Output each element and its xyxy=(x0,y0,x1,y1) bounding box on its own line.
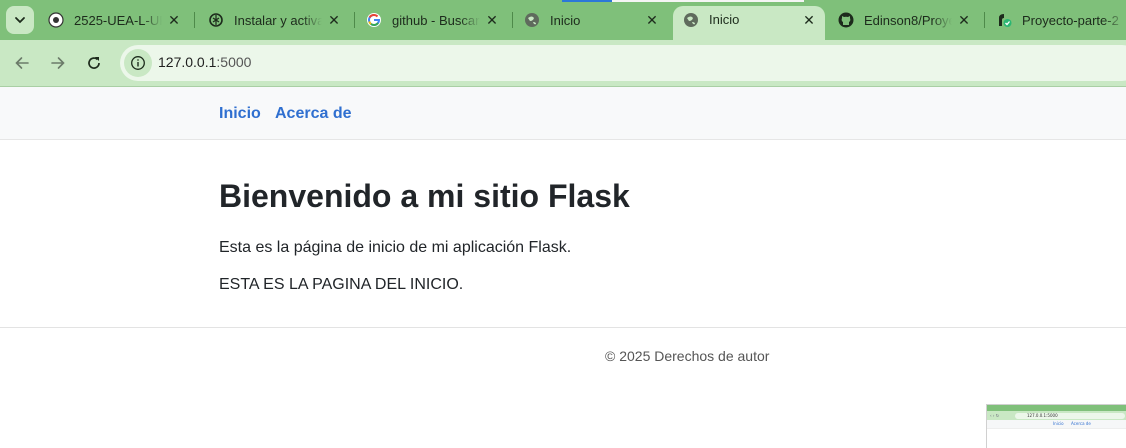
ufp-icon xyxy=(48,12,64,28)
page-title: Bienvenido a mi sitio Flask xyxy=(219,178,630,214)
tab-divider xyxy=(984,12,985,28)
render-icon xyxy=(996,12,1012,28)
url-port: :5000 xyxy=(216,54,252,70)
tab-title: 2525-UEA-L-UFPTI- xyxy=(74,12,162,28)
reload-icon xyxy=(88,57,100,69)
url-text[interactable]: 127.0.0.1:5000 xyxy=(158,54,251,70)
tab-github[interactable]: Edinson8/Proyecto ✕ xyxy=(828,6,980,34)
site-info-button[interactable] xyxy=(124,49,152,77)
home-note-text: ESTA ES LA PAGINA DEL INICIO. xyxy=(219,276,464,293)
arrow-left-icon xyxy=(15,57,29,69)
nav-link-acerca[interactable]: Acerca de xyxy=(275,105,352,123)
close-icon[interactable]: ✕ xyxy=(801,12,817,28)
tab-divider xyxy=(512,12,513,28)
google-icon xyxy=(366,12,382,28)
close-icon[interactable]: ✕ xyxy=(326,12,342,28)
tab-title: Inicio xyxy=(550,12,581,28)
thumbnail-nav-icons: ‹ › ↻ xyxy=(990,413,1000,418)
openai-icon xyxy=(208,12,224,28)
close-icon[interactable]: ✕ xyxy=(166,12,182,28)
chevron-down-icon xyxy=(15,17,25,24)
tab-title: Edinson8/Proyecto xyxy=(864,12,952,28)
tab-divider xyxy=(354,12,355,28)
close-icon[interactable]: ✕ xyxy=(484,12,500,28)
tab-title: Proyecto-parte-2 xyxy=(1022,12,1119,28)
screenshot-thumbnail[interactable]: ‹ › ↻ 127.0.0.1:5000 Inicio Acerca de xyxy=(986,404,1126,448)
tab-title: Instalar y activar G xyxy=(234,12,322,28)
tab-inicio-active[interactable]: Inicio ✕ xyxy=(673,6,825,40)
back-button[interactable] xyxy=(8,49,36,77)
footer-divider xyxy=(0,327,1126,328)
reload-button[interactable] xyxy=(80,49,108,77)
address-bar[interactable]: 127.0.0.1:5000 xyxy=(120,45,1126,81)
tab-inicio[interactable]: Inicio ✕ xyxy=(514,6,668,34)
browser-toolbar: 127.0.0.1:5000 xyxy=(0,40,1126,86)
globe-icon xyxy=(524,12,540,28)
tab-google-search[interactable]: github - Buscar con ✕ xyxy=(356,6,508,34)
info-icon xyxy=(131,56,145,70)
thumbnail-url: 127.0.0.1:5000 xyxy=(1027,413,1058,418)
nav-link-inicio[interactable]: Inicio xyxy=(219,105,261,123)
tab-render[interactable]: Proyecto-parte-2 xyxy=(986,6,1126,34)
globe-icon xyxy=(683,12,699,28)
forward-button[interactable] xyxy=(44,49,72,77)
tab-strip: 2525-UEA-L-UFPTI- ✕ Instalar y activar G… xyxy=(0,0,1126,40)
tab-ufp[interactable]: 2525-UEA-L-UFPTI- ✕ xyxy=(38,6,190,34)
tab-search-button[interactable] xyxy=(6,6,34,34)
tab-divider xyxy=(194,12,195,28)
site-navbar: Inicio Acerca de xyxy=(0,87,1126,140)
tab-openai[interactable]: Instalar y activar G ✕ xyxy=(198,6,350,34)
tab-title: github - Buscar con xyxy=(392,12,480,28)
tab-loading-indicator xyxy=(562,0,612,2)
thumbnail-nav-acerca: Acerca de xyxy=(1071,421,1091,426)
tab-strip-highlight xyxy=(612,0,804,2)
tab-title: Inicio xyxy=(709,12,740,27)
github-icon xyxy=(838,12,854,28)
thumbnail-nav-inicio: Inicio xyxy=(1053,421,1064,426)
arrow-right-icon xyxy=(51,57,65,69)
intro-text: Esta es la página de inicio de mi aplica… xyxy=(219,239,572,256)
footer-copyright: © 2025 Derechos de autor xyxy=(605,348,770,364)
url-host: 127.0.0.1 xyxy=(158,54,217,70)
close-icon[interactable]: ✕ xyxy=(644,12,660,28)
close-icon[interactable]: ✕ xyxy=(956,12,972,28)
